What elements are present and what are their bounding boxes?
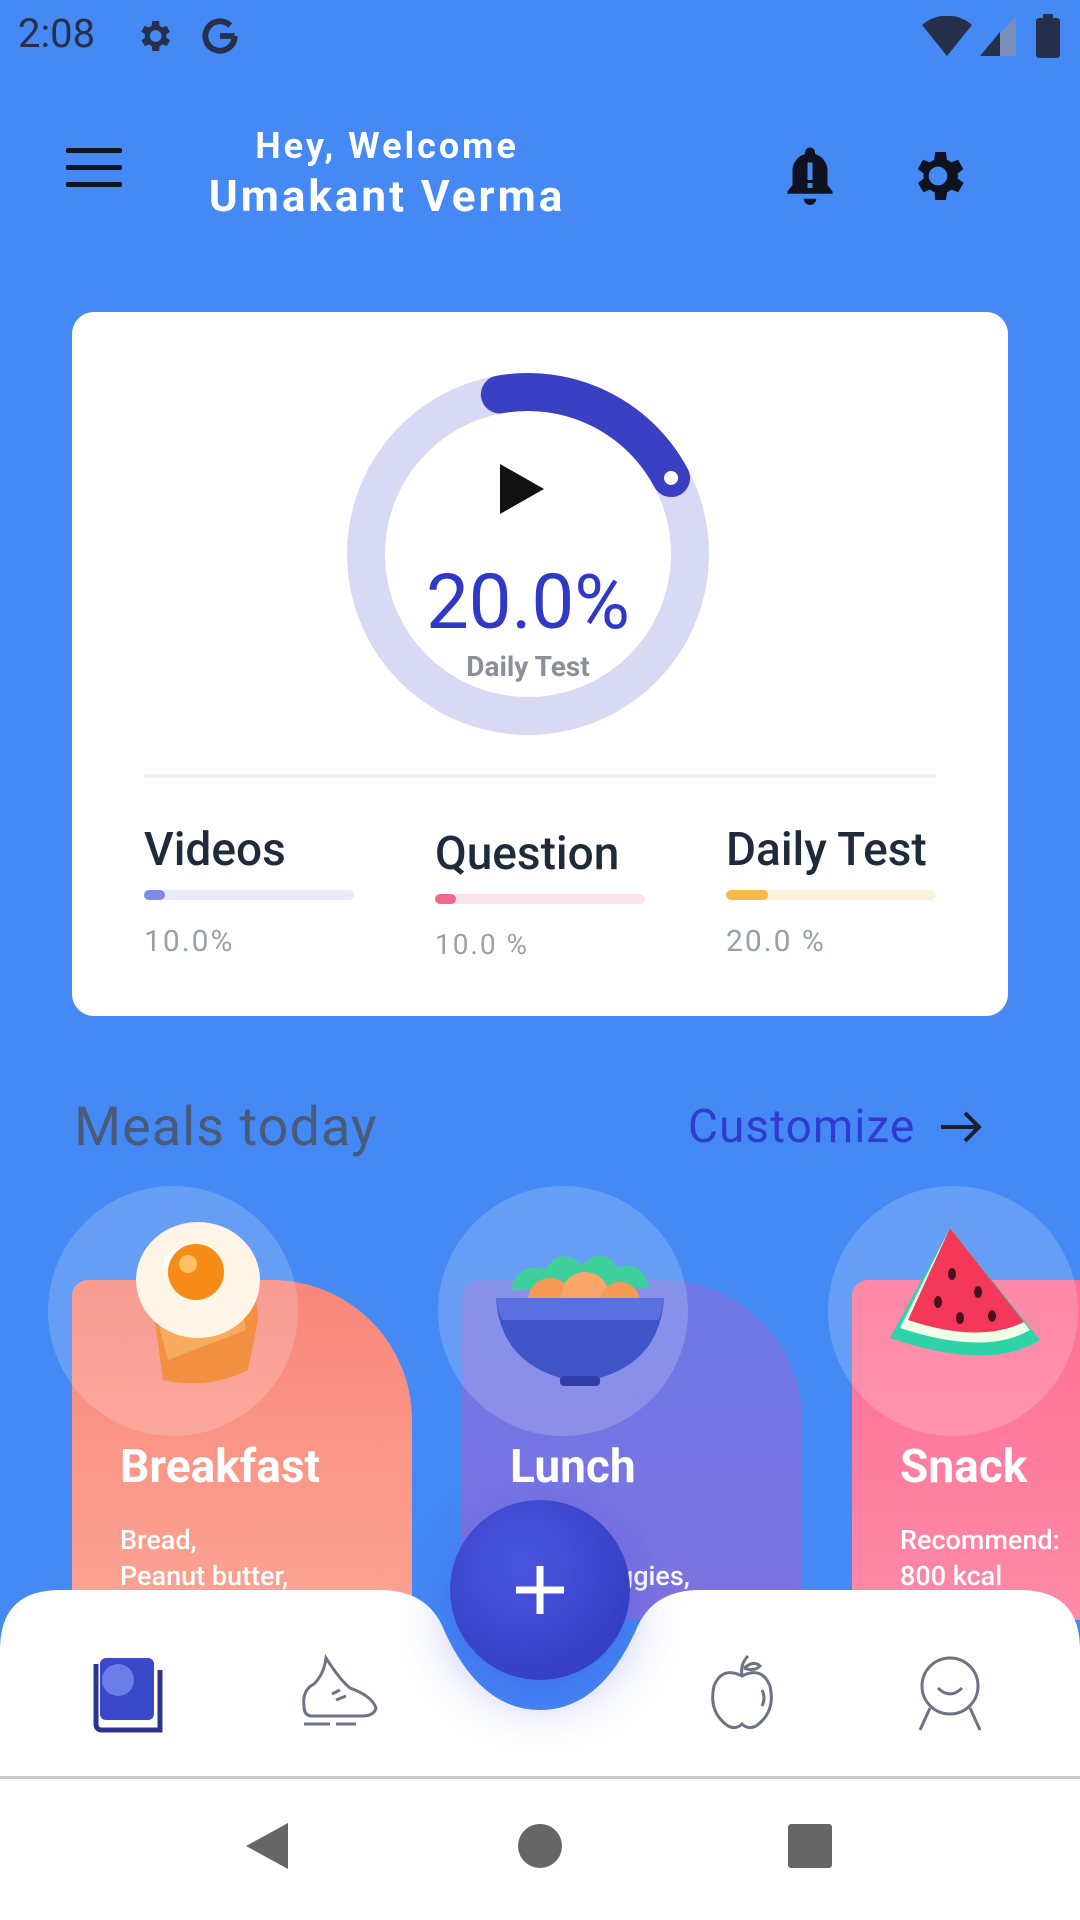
stat-value: 10.0% <box>144 924 235 959</box>
apple-icon[interactable] <box>700 1650 784 1734</box>
gear-icon <box>141 21 170 51</box>
status-bar: 2:08 <box>0 0 1080 74</box>
stat-progress-fill <box>726 890 768 900</box>
stat-videos: Videos 10.0% <box>144 822 354 959</box>
meal-name-breakfast: Breakfast <box>120 1440 321 1494</box>
meal-name-lunch: Lunch <box>510 1440 636 1494</box>
progress-card: 20.0% Daily Test Videos 10.0% Question 1… <box>72 312 1008 1016</box>
card-divider <box>144 774 936 778</box>
watermelon-icon <box>890 1228 1040 1356</box>
sneaker-icon[interactable] <box>296 1650 380 1734</box>
wifi-icon <box>922 16 972 56</box>
customize-link[interactable]: Customize <box>688 1100 983 1154</box>
google-g-icon <box>202 18 238 54</box>
play-icon[interactable] <box>500 464 544 514</box>
stat-progress-fill <box>144 890 165 900</box>
meal-desc-line: Recommend: <box>900 1524 1060 1556</box>
status-time: 2:08 <box>18 10 96 57</box>
stat-title: Videos <box>144 823 286 877</box>
meal-desc-breakfast: Bread, Peanut butter, <box>120 1522 288 1594</box>
menu-icon[interactable] <box>66 148 122 188</box>
book-icon[interactable] <box>88 1650 172 1734</box>
stat-value: 10.0 % <box>435 928 530 961</box>
salad-bowl-icon <box>496 1255 664 1386</box>
arrow-right-icon <box>941 1111 983 1143</box>
home-icon[interactable] <box>515 1821 565 1871</box>
greeting-text: Hey, Welcome <box>255 125 519 167</box>
stat-title: Daily Test <box>726 823 927 877</box>
greeting: Hey, Welcome Umakant Verma <box>150 125 624 223</box>
stat-progress-bar <box>144 890 354 900</box>
meal-desc-line: Bread, <box>120 1524 197 1556</box>
stat-title: Question <box>435 827 620 881</box>
stat-daily-test: Daily Test 20.0 % <box>726 822 936 959</box>
stat-progress-bar <box>726 890 936 900</box>
stat-progress-fill <box>435 894 456 904</box>
meal-desc-snack: Recommend: 800 kcal <box>900 1522 1060 1594</box>
ring-label: Daily Test <box>466 650 590 683</box>
meals-title: Meals today <box>74 1096 378 1159</box>
ring-percent: 20.0% <box>426 557 630 647</box>
meal-desc-line: 800 kcal <box>900 1560 1003 1592</box>
meal-name-snack: Snack <box>900 1440 1028 1494</box>
profile-icon[interactable] <box>908 1650 992 1734</box>
stat-question: Question 10.0 % <box>435 826 645 961</box>
fried-egg-toast-icon <box>136 1222 260 1384</box>
android-nav-bar <box>0 1779 1080 1920</box>
battery-icon <box>1036 14 1060 58</box>
plus-icon <box>516 1566 564 1614</box>
back-icon[interactable] <box>242 1821 292 1871</box>
add-button[interactable] <box>450 1500 630 1680</box>
user-name: Umakant Verma <box>208 170 566 222</box>
gear-icon[interactable] <box>906 144 970 208</box>
customize-label: Customize <box>688 1100 916 1154</box>
ring-center: 20.0% Daily Test <box>328 354 728 754</box>
signal-icon <box>980 16 1016 56</box>
recents-icon[interactable] <box>785 1821 835 1871</box>
meal-desc-line: Peanut butter, <box>120 1560 289 1592</box>
bell-icon[interactable] <box>780 142 840 208</box>
stat-value: 20.0 % <box>726 924 826 959</box>
stat-progress-bar <box>435 894 645 904</box>
